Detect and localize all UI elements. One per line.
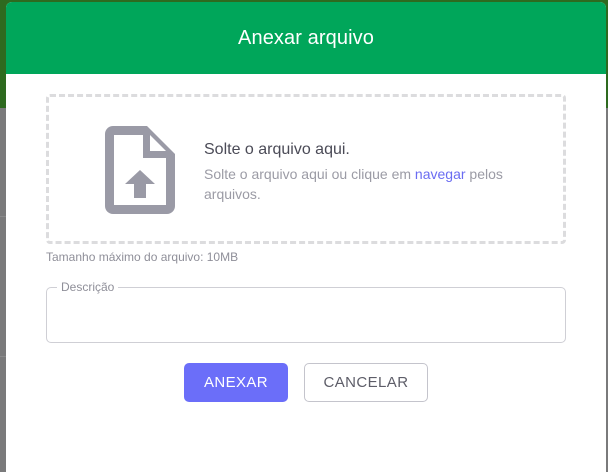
- description-field[interactable]: Descrição: [46, 280, 566, 343]
- description-input[interactable]: [59, 302, 553, 328]
- dropzone-subtitle-start: Solte o arquivo aqui ou clique em: [204, 166, 415, 182]
- modal-title: Anexar arquivo: [238, 26, 374, 49]
- file-dropzone[interactable]: Solte o arquivo aqui. Solte o arquivo aq…: [46, 94, 566, 244]
- attach-file-modal: Anexar arquivo Solte o arquivo aqui. Sol…: [6, 2, 606, 472]
- max-file-size-label: Tamanho máximo do arquivo: 10MB: [46, 250, 239, 264]
- browse-link[interactable]: navegar: [415, 166, 466, 182]
- dropzone-title: Solte o arquivo aqui.: [204, 141, 350, 158]
- dropzone-text: Solte o arquivo aqui. Solte o arquivo aq…: [204, 141, 544, 204]
- description-legend: Descrição: [57, 280, 119, 294]
- file-upload-icon: [105, 126, 175, 214]
- attach-button[interactable]: ANEXAR: [184, 363, 288, 402]
- dropzone-subtitle: Solte o arquivo aqui ou clique em navega…: [204, 164, 544, 204]
- cancel-button[interactable]: CANCELAR: [304, 363, 428, 402]
- modal-header: Anexar arquivo: [6, 2, 606, 74]
